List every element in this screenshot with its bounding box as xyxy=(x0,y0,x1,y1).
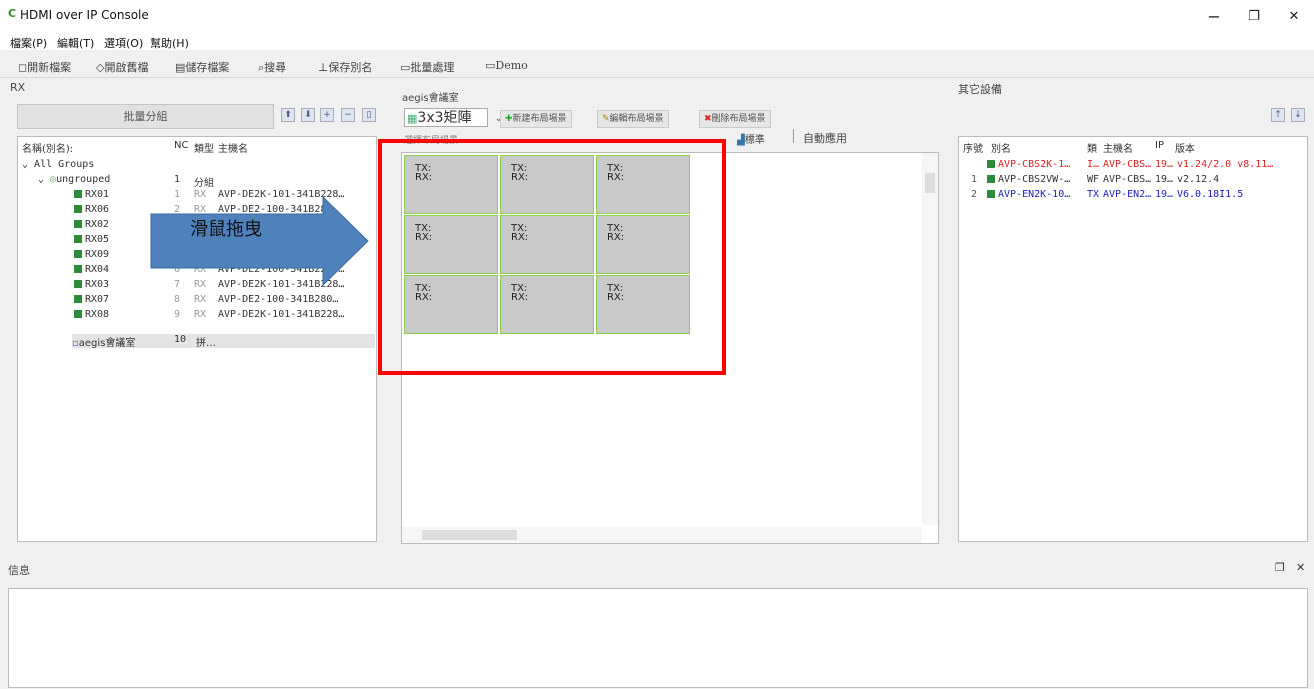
info-text-area[interactable] xyxy=(8,588,1308,688)
scrollbar-thumb[interactable] xyxy=(925,173,935,193)
window-title: HDMI over IP Console xyxy=(20,8,149,22)
rx-row[interactable]: RX04 6 RX AVP-DE2-100-341B2280… xyxy=(74,264,344,275)
menu-edit[interactable]: 編輯(T) xyxy=(57,35,94,51)
vertical-scrollbar[interactable] xyxy=(922,153,938,525)
group-type: 分組 xyxy=(194,178,214,189)
toolbar-search[interactable]: ⌕搜尋 xyxy=(258,59,286,75)
title-bar: C HDMI over IP Console − ❐ ✕ xyxy=(0,0,1314,34)
center-panel-title: aegis會議室 xyxy=(402,93,459,104)
menu-help[interactable]: 幫助(H) xyxy=(150,35,189,51)
rx-device-icon xyxy=(74,235,82,243)
header-version: 版本 xyxy=(1175,144,1195,155)
toolbar-save-file[interactable]: ▤儲存檔案 xyxy=(175,59,229,75)
rx-device-icon xyxy=(74,265,82,273)
menu-options[interactable]: 選項(O) xyxy=(104,35,143,51)
toolbar: ◻開新檔案 ◇開啟舊檔 ▤儲存檔案 ⌕搜尋 ⊥保存別名 ▭批量處理 ▭Demo xyxy=(0,55,1314,77)
delete-icon[interactable]: ▯ xyxy=(362,108,376,122)
layout-select[interactable]: ▦3x3矩陣 ⌄ xyxy=(404,108,503,127)
rx-device-icon xyxy=(74,310,82,318)
menu-file[interactable]: 檔案(P) xyxy=(10,35,47,51)
toolbar-save-alias[interactable]: ⊥保存別名 xyxy=(318,59,372,75)
rx-row[interactable]: RX054RXAVP-DE2-100-341B280… xyxy=(74,234,338,245)
toolbar-open-file[interactable]: ◇開啟舊檔 xyxy=(96,59,148,75)
plus-icon: ✚ xyxy=(505,114,513,124)
pencil-icon: ✎ xyxy=(602,114,610,124)
meeting-icon: ▫ xyxy=(72,338,79,349)
header-seq: 序號 xyxy=(963,144,983,155)
toolbar-new-file[interactable]: ◻開新檔案 xyxy=(18,59,71,75)
tree-root[interactable]: ⌄ All Groups xyxy=(22,159,94,170)
rx-row[interactable]: RX03 7 RX AVP-DE2K-101-341B228… xyxy=(74,279,344,290)
header-name: 名稱(別名): xyxy=(22,144,74,155)
other-devices-list[interactable]: 序號 別名 類 主機名 IP 版本 AVP-CBS2K-1… I… AVP-CBS…… xyxy=(958,136,1308,542)
delete-layout-button[interactable]: ✖刪除布局場景 xyxy=(699,110,771,128)
tree-group[interactable]: ⌄ ◎ungrouped xyxy=(38,174,110,185)
device-icon xyxy=(987,175,995,183)
edit-layout-button[interactable]: ✎編輯布局場景 xyxy=(597,110,669,128)
settings-icon[interactable]: ↓ xyxy=(1291,108,1305,122)
standard-mode-button[interactable]: ▟標準 xyxy=(737,131,765,146)
rx-device-icon xyxy=(74,205,82,213)
chart-icon: ▟ xyxy=(737,135,745,146)
new-layout-button[interactable]: ✚新建布局場景 xyxy=(500,110,572,128)
group-nc: 1 xyxy=(174,174,181,185)
header-host: 主機名 xyxy=(218,144,248,155)
drag-annotation-text: 滑鼠拖曳 xyxy=(190,219,262,240)
header-alias: 別名 xyxy=(991,144,1011,155)
rx-row[interactable]: RX023RXAVP-DE2K-101-341B228… xyxy=(74,219,344,230)
rx-device-icon xyxy=(74,295,82,303)
drag-arrow-icon xyxy=(150,196,369,287)
float-icon[interactable]: ❐ xyxy=(1275,561,1285,574)
add-button[interactable]: + xyxy=(320,108,334,122)
divider xyxy=(793,129,794,143)
chevron-down-icon[interactable]: ⌄ xyxy=(38,174,50,185)
meeting-row[interactable]: ▫aegis會議室 10 拼… xyxy=(72,334,375,349)
minimize-button[interactable]: − xyxy=(1196,4,1232,30)
layout-icon: ▦ xyxy=(407,112,418,125)
device-icon xyxy=(987,160,995,168)
rx-device-icon xyxy=(74,190,82,198)
info-panel-title: 信息 xyxy=(8,564,30,577)
rx-panel-title: RX xyxy=(10,81,26,94)
close-button[interactable]: ✕ xyxy=(1276,4,1312,30)
scrollbar-thumb[interactable] xyxy=(422,530,517,540)
header-type: 類型 xyxy=(194,144,214,155)
move-up-button[interactable]: ⬆ xyxy=(281,108,295,122)
rx-row[interactable]: RX08 9 RX AVP-DE2K-101-341B228… xyxy=(74,309,344,320)
header-type: 類 xyxy=(1087,144,1097,155)
device-icon xyxy=(987,190,995,198)
batch-group-button[interactable]: 批量分組 xyxy=(17,104,274,129)
header-host: 主機名 xyxy=(1103,144,1133,155)
menu-bar: 檔案(P) 編輯(T) 選項(O) 幫助(H) xyxy=(0,34,1314,50)
header-nc: NC xyxy=(174,140,189,151)
rx-row[interactable]: RX01 1 RX AVP-DE2K-101-341B228… xyxy=(74,189,344,200)
toolbar-batch[interactable]: ▭批量處理 xyxy=(400,59,454,75)
toolbar-demo[interactable]: ▭Demo xyxy=(485,59,528,72)
rx-device-icon xyxy=(74,220,82,228)
horizontal-scrollbar[interactable] xyxy=(402,527,922,543)
remove-button[interactable]: − xyxy=(341,108,355,122)
move-down-button[interactable]: ⬇ xyxy=(301,108,315,122)
chevron-down-icon[interactable]: ⌄ xyxy=(22,159,34,170)
rx-row[interactable]: RX07 8 RX AVP-DE2-100-341B280… xyxy=(74,294,338,305)
toolbar-divider xyxy=(0,77,1314,78)
app-logo-icon: C xyxy=(8,7,17,20)
auto-apply-toggle[interactable]: 自動應用 xyxy=(803,130,847,146)
delete-icon: ✖ xyxy=(704,114,712,124)
rx-row[interactable]: RX06 2 RX AVP-DE2-100-341B280… xyxy=(74,204,338,215)
rx-row[interactable]: RX095RXAVP-DE2-100-341B280… xyxy=(74,249,338,260)
rx-device-icon xyxy=(74,280,82,288)
refresh-icon[interactable]: ↑ xyxy=(1271,108,1285,122)
restore-button[interactable]: ❐ xyxy=(1236,4,1272,30)
rx-device-icon xyxy=(74,250,82,258)
close-icon[interactable]: ✕ xyxy=(1296,561,1305,574)
header-ip: IP xyxy=(1155,140,1164,151)
other-panel-title: 其它設備 xyxy=(958,83,1002,96)
highlight-box xyxy=(378,139,726,375)
